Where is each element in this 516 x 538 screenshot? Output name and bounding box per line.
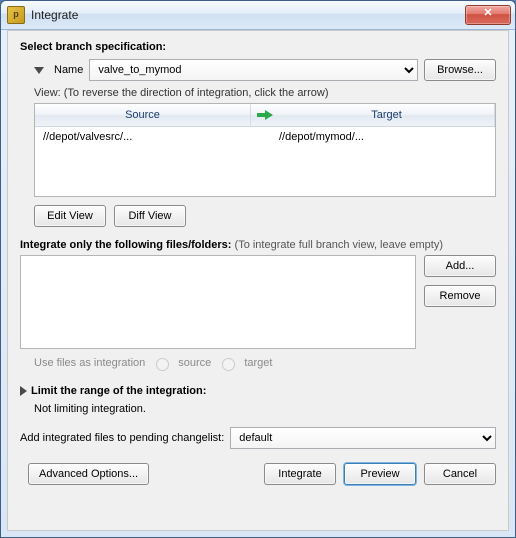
add-file-button[interactable]: Add... xyxy=(424,255,496,277)
limit-header-text: Limit the range of the integration: xyxy=(31,385,206,397)
target-radio xyxy=(222,358,235,371)
dialog-content: Select branch specification: Name valve_… xyxy=(7,30,509,531)
branch-name-row: Name valve_to_mymod Browse... xyxy=(34,59,496,81)
disclosure-right-icon xyxy=(20,386,27,396)
col-source[interactable]: Source xyxy=(35,104,251,126)
reverse-direction-button[interactable] xyxy=(251,104,279,126)
limit-status: Not limiting integration. xyxy=(34,403,496,415)
files-listbox[interactable] xyxy=(20,255,416,349)
diff-view-button[interactable]: Diff View xyxy=(114,205,186,227)
files-buttons: Add... Remove xyxy=(424,255,496,349)
preview-button[interactable]: Preview xyxy=(344,463,416,485)
target-cell: //depot/mymod/... xyxy=(279,131,487,143)
cancel-button[interactable]: Cancel xyxy=(424,463,496,485)
target-radio-label: target xyxy=(244,357,272,369)
edit-view-button[interactable]: Edit View xyxy=(34,205,106,227)
branch-spec-header-text: Select branch specification: xyxy=(20,41,166,53)
integrate-dialog: p Integrate ✕ Select branch specificatio… xyxy=(0,0,516,538)
pending-changelist-row: Add integrated files to pending changeli… xyxy=(20,427,496,449)
branch-name-select[interactable]: valve_to_mymod xyxy=(89,59,418,81)
pending-changelist-select[interactable]: default xyxy=(230,427,496,449)
source-radio xyxy=(156,358,169,371)
dialog-footer: Advanced Options... Integrate Preview Ca… xyxy=(20,463,496,485)
app-icon: p xyxy=(7,6,25,24)
titlebar: p Integrate ✕ xyxy=(1,1,515,30)
use-files-as-row: Use files as integration source target xyxy=(34,355,496,371)
integrate-button[interactable]: Integrate xyxy=(264,463,336,485)
files-header-text: Integrate only the following files/folde… xyxy=(20,239,231,251)
col-target[interactable]: Target xyxy=(279,104,495,126)
table-row[interactable]: //depot/valvesrc/... //depot/mymod/... xyxy=(35,127,495,147)
branch-view-table: Source Target //depot/valvesrc/... //dep… xyxy=(34,103,496,197)
disclosure-down-icon[interactable] xyxy=(34,67,44,74)
remove-file-button[interactable]: Remove xyxy=(424,285,496,307)
source-radio-label: source xyxy=(178,357,211,369)
limit-section: Limit the range of the integration: Not … xyxy=(20,385,496,415)
browse-button[interactable]: Browse... xyxy=(424,59,496,81)
use-files-as-label: Use files as integration xyxy=(34,357,145,369)
close-button[interactable]: ✕ xyxy=(465,5,511,25)
advanced-options-button[interactable]: Advanced Options... xyxy=(28,463,149,485)
pending-changelist-label: Add integrated files to pending changeli… xyxy=(20,432,224,444)
limit-header-row[interactable]: Limit the range of the integration: xyxy=(20,385,496,397)
view-table-body: //depot/valvesrc/... //depot/mymod/... xyxy=(35,127,495,196)
view-buttons: Edit View Diff View xyxy=(34,205,496,227)
window-title: Integrate xyxy=(31,8,465,22)
files-area: Add... Remove xyxy=(20,255,496,349)
source-cell: //depot/valvesrc/... xyxy=(43,131,251,143)
files-header: Integrate only the following files/folde… xyxy=(20,239,496,251)
branch-spec-header: Select branch specification: xyxy=(20,41,496,53)
view-table-header: Source Target xyxy=(35,104,495,127)
view-hint: View: (To reverse the direction of integ… xyxy=(34,87,496,99)
files-header-note: (To integrate full branch view, leave em… xyxy=(235,239,444,251)
name-label: Name xyxy=(54,64,83,76)
arrow-right-icon xyxy=(257,110,273,120)
